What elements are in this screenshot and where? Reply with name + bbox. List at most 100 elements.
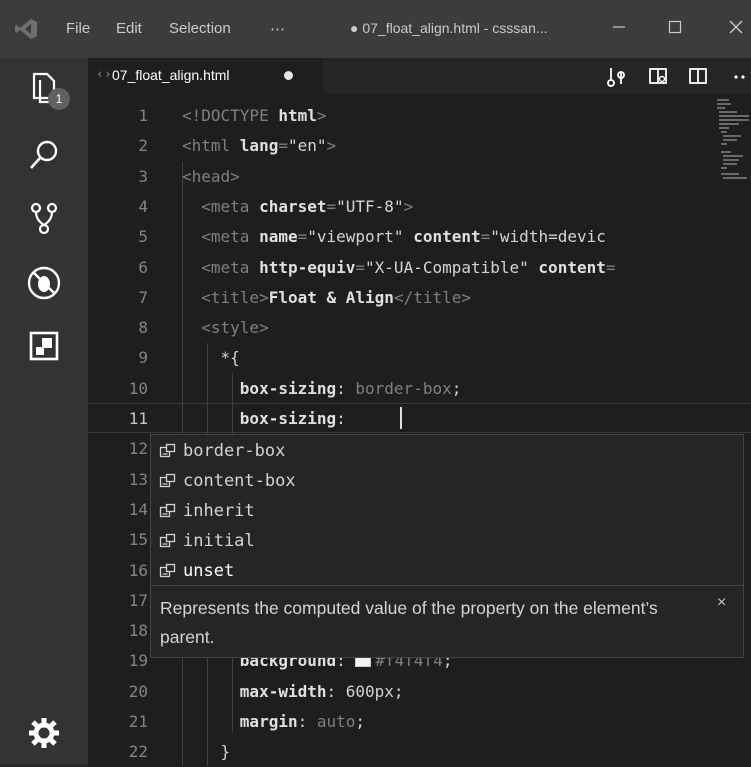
code-token: charset xyxy=(259,196,327,216)
source-control-icon[interactable] xyxy=(24,198,64,238)
code-token: "X-UA-Compatible" xyxy=(365,257,539,277)
code-text: *{ xyxy=(182,343,240,373)
suggest-widget[interactable]: border-box content-box inherit initial unset… xyxy=(150,434,744,658)
code-token: = xyxy=(326,196,337,216)
code-token: = xyxy=(355,257,366,277)
line-number: 22 xyxy=(128,742,148,762)
preview-icon[interactable] xyxy=(646,64,670,88)
property-value-icon xyxy=(159,563,176,578)
code-token: name xyxy=(259,227,298,247)
code-token: auto xyxy=(316,712,356,731)
explorer-badge: 1 xyxy=(48,88,70,110)
code-token: : 600px; xyxy=(326,681,404,701)
extensions-icon[interactable] xyxy=(24,326,64,366)
menu-more[interactable]: ⋯ xyxy=(270,20,285,38)
property-value-icon xyxy=(159,443,176,458)
line-number: 15 xyxy=(128,530,148,550)
text-cursor xyxy=(400,407,402,429)
title-bar: File Edit Selection ⋯ ● 07_float_align.h… xyxy=(0,0,751,58)
code-line[interactable]: 2 <html lang="en"> xyxy=(88,131,713,161)
code-token: = xyxy=(297,227,308,247)
vscode-logo-icon xyxy=(15,19,37,39)
code-text: <!DOCTYPE html> xyxy=(182,101,327,131)
unsaved-dot-icon[interactable] xyxy=(284,71,293,80)
suggest-doc-text: Represents the computed value of the pro… xyxy=(160,598,658,647)
close-icon[interactable]: × xyxy=(717,594,726,612)
code-token: = xyxy=(605,257,616,277)
code-token: > xyxy=(326,136,337,156)
code-token: <meta xyxy=(182,227,260,247)
line-number: 19 xyxy=(128,651,148,671)
code-token: "en" xyxy=(287,136,327,156)
close-icon[interactable] xyxy=(721,12,751,42)
code-token: <meta xyxy=(182,196,260,216)
suggest-item-inherit[interactable]: inherit xyxy=(151,496,743,526)
line-number: 2 xyxy=(138,136,148,156)
code-token: > xyxy=(403,196,414,216)
code-token: content xyxy=(538,257,606,277)
menu-file[interactable]: File xyxy=(66,20,90,37)
code-token: <meta xyxy=(182,257,260,277)
code-token: : xyxy=(336,378,356,398)
line-number: 9 xyxy=(138,348,148,368)
code-text: <html lang="en"> xyxy=(182,131,336,161)
split-editor-icon[interactable] xyxy=(686,64,710,88)
code-token: http-equiv xyxy=(259,257,356,277)
line-number: 13 xyxy=(128,469,148,489)
code-token: > xyxy=(316,106,327,125)
more-actions-icon[interactable] xyxy=(726,64,750,88)
code-token: ; xyxy=(355,712,366,731)
line-number: 14 xyxy=(128,499,148,519)
debug-icon[interactable] xyxy=(24,263,64,303)
minimap[interactable] xyxy=(713,93,751,188)
code-token: <style> xyxy=(182,318,269,338)
tab-label: 07_float_align.html xyxy=(112,67,230,83)
menu-selection[interactable]: Selection xyxy=(169,20,231,37)
code-token: <title> xyxy=(182,287,269,307)
code-line[interactable]: 1 <!DOCTYPE html> xyxy=(88,101,713,131)
activity-bar: 1 xyxy=(0,58,88,766)
line-number: 1 xyxy=(138,106,148,125)
window-title: ● 07_float_align.html - csssan... xyxy=(350,20,548,36)
code-token: "viewport" xyxy=(307,227,414,247)
minimize-icon[interactable] xyxy=(604,12,634,42)
property-value-icon xyxy=(159,503,176,518)
code-text: <meta charset="UTF-8"> xyxy=(182,192,413,222)
line-number: 5 xyxy=(138,227,148,247)
suggest-item-content-box[interactable]: content-box xyxy=(151,466,743,496)
code-token: box-sizing xyxy=(239,378,337,398)
maximize-icon[interactable] xyxy=(660,12,690,42)
suggest-item-label: initial xyxy=(183,531,255,551)
code-token: *{ xyxy=(182,348,240,368)
property-value-icon xyxy=(159,533,176,548)
line-number: 3 xyxy=(138,166,148,186)
suggest-item-unset[interactable]: unset xyxy=(151,556,743,586)
line-number: 12 xyxy=(128,439,148,459)
line-number: 16 xyxy=(128,560,148,580)
suggest-doc-panel: Represents the computed value of the pro… xyxy=(151,585,743,658)
code-token: border-box xyxy=(355,378,452,398)
line-number: 18 xyxy=(128,621,148,641)
current-line-highlight xyxy=(88,403,751,433)
tab-bar: ‹› 07_float_align.html xyxy=(88,58,751,93)
menu-edit[interactable]: Edit xyxy=(116,20,142,37)
code-token: <html xyxy=(182,136,240,156)
line-number: 21 xyxy=(128,712,148,731)
settings-gear-icon[interactable] xyxy=(24,713,64,753)
line-number: 7 xyxy=(138,287,148,307)
code-text: <style> xyxy=(182,313,269,343)
code-text: box-sizing: border-box; xyxy=(182,374,462,404)
suggest-item-initial[interactable]: initial xyxy=(151,526,743,556)
code-token: : xyxy=(297,712,317,731)
code-token: max-width xyxy=(239,681,327,701)
open-changes-icon[interactable] xyxy=(605,64,629,88)
code-token: "UTF-8" xyxy=(336,196,404,216)
tab-07-float-align[interactable]: ‹› 07_float_align.html xyxy=(88,58,323,93)
search-icon[interactable] xyxy=(24,135,64,175)
code-token: </title> xyxy=(393,287,471,307)
suggest-item-label: content-box xyxy=(183,471,296,491)
code-token: content xyxy=(413,227,481,247)
code-token: Float & Align xyxy=(268,287,394,307)
code-text: <title>Float & Align</title> xyxy=(182,283,471,313)
suggest-item-border-box[interactable]: border-box xyxy=(151,436,743,466)
